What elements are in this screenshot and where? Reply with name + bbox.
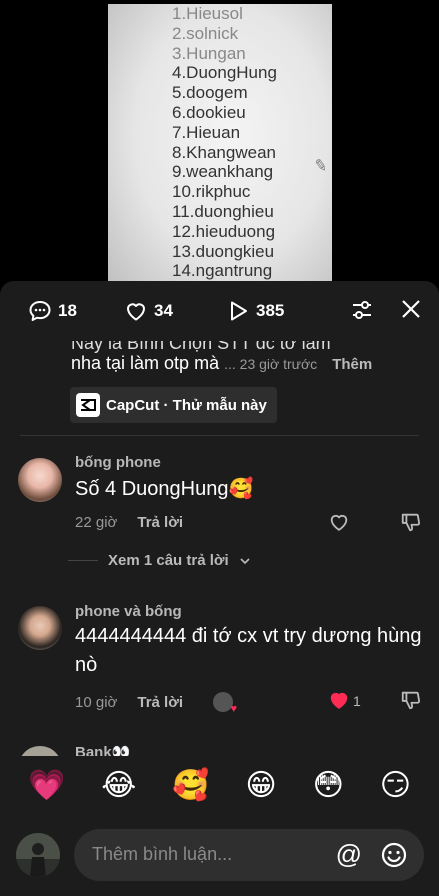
shares-stat[interactable]: 385	[226, 299, 284, 323]
name-list-item: 5.doogem	[172, 83, 248, 103]
name-list-item: 9.weankhang	[172, 162, 274, 182]
name-list-item: 10.rikphuc	[172, 182, 251, 202]
sheet-header: 18 34 385	[0, 281, 439, 341]
emoji-picker-button[interactable]	[380, 841, 408, 874]
like-button[interactable]	[328, 689, 350, 716]
small-heart-icon: ♥	[230, 703, 238, 715]
comments-list[interactable]: Này là Bình Chọn STT dc tớ làm nha tại l…	[0, 341, 439, 756]
name-list-item: 7.Hieuan	[172, 122, 241, 142]
view-replies-label: Xem 1 câu trả lời	[108, 552, 229, 569]
play-icon	[231, 301, 247, 321]
thumbs-down-icon	[401, 513, 421, 532]
capcut-label: CapCut · Thử mẫu này	[106, 396, 267, 414]
emoji-smiling-hearts[interactable]: 🥰	[172, 771, 209, 801]
comment-time: 22 giờ	[75, 514, 118, 531]
comment-bubble-icon	[29, 301, 51, 321]
avatar[interactable]	[18, 606, 62, 650]
like-count: 1	[353, 693, 361, 709]
name-list-item: 11.duonghieu	[172, 201, 274, 221]
close-button[interactable]	[400, 298, 422, 325]
name-list-item: 12.hieuduong	[172, 221, 276, 241]
comment-text: Số 4 DuongHung🥰	[75, 478, 254, 500]
name-list-item: 14.ngantrung	[172, 261, 273, 281]
filter-button[interactable]	[350, 298, 374, 327]
avatar[interactable]	[18, 746, 62, 756]
likes-stat[interactable]: 34	[124, 299, 173, 323]
prev-comment-line2: nha tại làm otp mà ... 23 giờ trước Thêm	[71, 353, 373, 373]
emoji-tears-of-joy[interactable]: 😂	[101, 771, 136, 801]
name-list-item: 8.Khangwean	[172, 142, 276, 162]
video-preview[interactable]: 1.Hieusol 2.solnick 3.Hungan 4.DuongHung 5.d…	[0, 0, 439, 290]
name-list-item: 6.dookieu	[172, 102, 246, 122]
emoji-flushed[interactable]: 😳	[313, 771, 344, 801]
comment-meta: 22 giờ Trả lời	[75, 514, 183, 531]
dislike-button[interactable]	[400, 689, 422, 716]
emoji-grin[interactable]: 😁	[245, 771, 276, 801]
name-list-item: 3.Hungan	[172, 43, 246, 63]
comments-sheet: 18 34 385 Này là Bình Chọn STT dc tớ làm…	[0, 281, 439, 896]
pencil-mark-icon: ✎	[312, 156, 329, 177]
creator-liked-avatar: ♥	[213, 692, 237, 715]
like-button[interactable]	[328, 511, 350, 538]
more-button[interactable]: Thêm	[332, 356, 372, 373]
comment-username[interactable]: bống phone	[75, 454, 161, 471]
capcut-template-button[interactable]: CapCut · Thử mẫu này	[70, 387, 277, 423]
name-list-item: 2.solnick	[172, 23, 239, 43]
emoji-pink-heart[interactable]: 💗	[28, 771, 65, 801]
chevron-down-icon	[240, 557, 250, 564]
mention-button[interactable]: @	[336, 841, 362, 867]
comments-tab[interactable]: 18	[28, 299, 77, 323]
avatar[interactable]	[18, 458, 62, 502]
name-list-item: 13.duongkieu	[172, 241, 275, 261]
close-icon	[402, 300, 420, 318]
divider	[20, 435, 419, 436]
likes-count: 34	[154, 301, 173, 320]
reply-button[interactable]: Trả lời	[137, 694, 183, 711]
comment-input-placeholder: Thêm bình luận...	[92, 844, 233, 864]
reply-button[interactable]: Trả lời	[137, 514, 183, 531]
comment-text: 4444444444 đi tớ cx vt try dương hùng nò	[75, 625, 422, 676]
heart-outline-icon	[330, 514, 348, 531]
comments-count: 18	[58, 301, 77, 320]
comment-time: 10 giờ	[75, 693, 118, 711]
name-list-item: 1.Hieusol	[172, 4, 243, 23]
prev-comment-time: ... 23 giờ trước	[224, 356, 318, 372]
dislike-button[interactable]	[400, 511, 422, 538]
reply-line	[68, 560, 98, 561]
paper-list-image: 1.Hieusol 2.solnick 3.Hungan 4.DuongHung 5.d…	[108, 4, 332, 290]
smiley-icon	[381, 842, 407, 868]
quick-emoji-bar: 💗 😂 🥰 😁 😳 😏	[0, 756, 439, 816]
heart-filled-icon	[330, 692, 348, 709]
sliders-icon	[353, 301, 371, 319]
view-replies-button[interactable]: Xem 1 câu trả lời	[68, 552, 251, 569]
shares-count: 385	[256, 301, 285, 320]
heart-icon	[127, 303, 145, 321]
thumbs-down-icon	[401, 691, 421, 710]
comment-input-bar: Thêm bình luận... @	[0, 821, 439, 896]
capcut-logo-icon	[76, 393, 100, 417]
my-avatar	[16, 833, 60, 877]
emoji-smirk[interactable]: 😏	[380, 771, 411, 801]
name-list-item: 4.DuongHung	[172, 63, 277, 83]
comment-username[interactable]: Bank👀	[75, 743, 130, 756]
comment-username[interactable]: phone và bống	[75, 603, 182, 620]
comment-meta: 10 giờ Trả lời ♥	[75, 692, 237, 715]
name-list: 1.Hieusol 2.solnick 3.Hungan 4.DuongHung 5.d…	[172, 4, 277, 281]
comment-input[interactable]: Thêm bình luận... @	[74, 829, 424, 881]
